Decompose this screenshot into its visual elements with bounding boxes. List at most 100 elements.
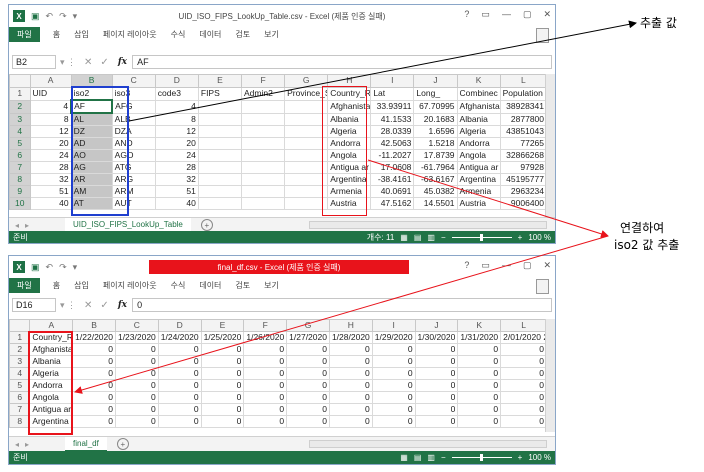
- vertical-scrollbar[interactable]: [545, 319, 555, 432]
- column-header[interactable]: L: [500, 319, 547, 332]
- cell[interactable]: Combinec: [456, 86, 501, 101]
- cell[interactable]: 1.6596: [413, 125, 458, 138]
- cell[interactable]: 42.5063: [370, 137, 415, 150]
- cell[interactable]: 32: [154, 173, 199, 186]
- cell[interactable]: 17.8739: [413, 149, 458, 162]
- cell[interactable]: 0: [157, 343, 202, 356]
- cell[interactable]: AFG: [111, 99, 156, 114]
- cell[interactable]: 0: [328, 415, 373, 428]
- cell[interactable]: AO: [70, 149, 113, 162]
- sheet-tab[interactable]: final_df: [65, 436, 107, 452]
- cell[interactable]: 0: [200, 415, 245, 428]
- cell[interactable]: Albania: [327, 112, 372, 126]
- cell[interactable]: Antigua ar: [29, 403, 74, 416]
- cell[interactable]: [197, 112, 242, 126]
- cell[interactable]: AGO: [111, 149, 156, 162]
- column-header[interactable]: D: [157, 319, 202, 332]
- cell[interactable]: [284, 149, 329, 162]
- row-header[interactable]: 9: [9, 185, 31, 198]
- function-icon[interactable]: fx: [118, 300, 127, 310]
- cell[interactable]: 0: [200, 367, 245, 380]
- column-header[interactable]: I: [371, 319, 416, 332]
- cell[interactable]: 0: [72, 355, 116, 368]
- cell[interactable]: Argentina: [327, 173, 372, 186]
- cell[interactable]: Population: [499, 86, 548, 101]
- cell[interactable]: 0: [328, 391, 373, 404]
- cell[interactable]: 4: [29, 99, 72, 114]
- cell[interactable]: 1/25/2020: [200, 331, 245, 344]
- cell[interactable]: 45195777: [499, 173, 548, 186]
- cell[interactable]: 0: [72, 403, 116, 416]
- cell[interactable]: 8: [154, 112, 199, 126]
- cell[interactable]: 51: [29, 185, 72, 198]
- tab-home[interactable]: 홈: [46, 29, 67, 40]
- cell[interactable]: 17.0608: [370, 161, 415, 174]
- select-all-corner[interactable]: [9, 74, 31, 88]
- cell[interactable]: AUT: [111, 197, 156, 210]
- column-header[interactable]: B: [72, 319, 116, 332]
- cell[interactable]: 0: [457, 355, 502, 368]
- maximize-button[interactable]: ▢: [523, 260, 532, 271]
- column-header[interactable]: H: [327, 74, 372, 88]
- cell[interactable]: 2877800: [499, 112, 548, 126]
- cell[interactable]: 0: [157, 403, 202, 416]
- cell[interactable]: Argentina: [29, 415, 74, 428]
- namebox-dropdown-icon[interactable]: ▾ ⋮: [60, 57, 76, 68]
- column-header[interactable]: F: [243, 319, 288, 332]
- cell[interactable]: Argentina: [456, 173, 501, 186]
- page-layout-icon[interactable]: ▤: [414, 233, 422, 242]
- cell[interactable]: Angola: [327, 149, 372, 162]
- zoom-level[interactable]: 100 %: [528, 453, 551, 462]
- normal-view-icon[interactable]: ▦: [400, 233, 408, 242]
- cell[interactable]: 45.0382: [413, 185, 458, 198]
- ribbon-display-button[interactable]: ▭: [481, 9, 490, 20]
- row-header[interactable]: 1: [9, 331, 31, 344]
- cell[interactable]: [284, 112, 329, 126]
- cell[interactable]: 1/28/2020: [328, 331, 373, 344]
- cell[interactable]: 1/31/2020: [457, 331, 502, 344]
- save-icon[interactable]: ▣: [31, 11, 40, 22]
- cell[interactable]: 0: [500, 379, 547, 392]
- name-box[interactable]: B2: [12, 55, 56, 69]
- cell[interactable]: [197, 185, 242, 198]
- cell[interactable]: [240, 125, 286, 138]
- normal-view-icon[interactable]: ▦: [400, 453, 408, 462]
- cell[interactable]: 0: [243, 367, 288, 380]
- help-button[interactable]: ?: [464, 9, 469, 20]
- cell[interactable]: 0: [72, 343, 116, 356]
- cell[interactable]: 47.5162: [370, 197, 415, 210]
- function-icon[interactable]: fx: [118, 57, 127, 67]
- column-header[interactable]: A: [29, 319, 74, 332]
- zoom-level[interactable]: 100 %: [528, 233, 551, 242]
- cell[interactable]: UID: [29, 86, 72, 101]
- row-header[interactable]: 3: [9, 112, 31, 126]
- cell[interactable]: [197, 125, 242, 138]
- cell[interactable]: AM: [70, 185, 113, 198]
- row-header[interactable]: 10: [9, 197, 31, 210]
- cell[interactable]: [240, 149, 286, 162]
- cell[interactable]: [284, 185, 329, 198]
- cell[interactable]: Afghanista: [327, 99, 372, 114]
- tab-insert[interactable]: 삽입: [67, 280, 96, 291]
- cell[interactable]: 0: [371, 367, 416, 380]
- cell[interactable]: 0: [114, 367, 159, 380]
- zoom-out-icon[interactable]: −: [441, 453, 446, 462]
- cell[interactable]: 1/24/2020: [157, 331, 202, 344]
- tab-insert[interactable]: 삽입: [67, 29, 96, 40]
- help-button[interactable]: ?: [464, 260, 469, 271]
- cell[interactable]: 0: [286, 391, 330, 404]
- cell[interactable]: [240, 197, 286, 210]
- row-header[interactable]: 6: [9, 149, 31, 162]
- cell[interactable]: 0: [457, 379, 502, 392]
- column-header[interactable]: E: [200, 319, 245, 332]
- cell[interactable]: 0: [243, 391, 288, 404]
- row-header[interactable]: 2: [9, 343, 31, 356]
- cell[interactable]: [240, 112, 286, 126]
- tab-formulas[interactable]: 수식: [164, 29, 193, 40]
- cell[interactable]: 40: [29, 197, 72, 210]
- cell[interactable]: 97928: [499, 161, 548, 174]
- cell[interactable]: 0: [457, 367, 502, 380]
- customize-toolbar-icon[interactable]: ▾: [73, 11, 78, 22]
- cell[interactable]: 40: [154, 197, 199, 210]
- cell[interactable]: DZ: [70, 125, 113, 138]
